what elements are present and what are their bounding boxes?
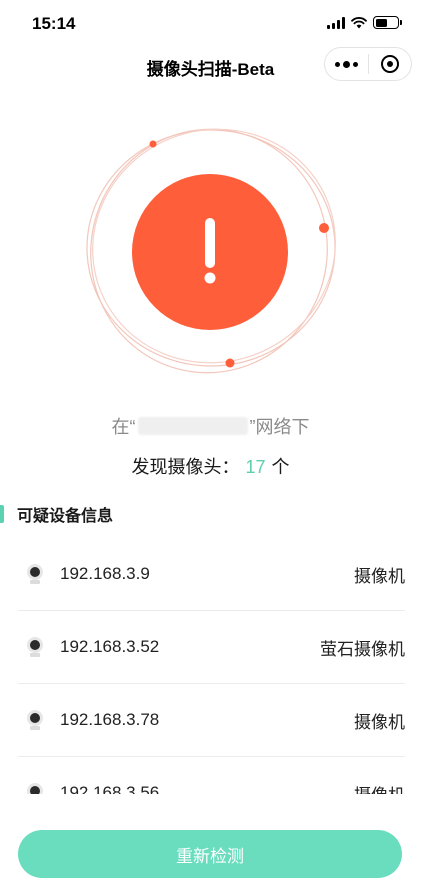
device-list[interactable]: 192.168.3.9 摄像机 192.168.3.52 萤石摄像机 192.1… [18, 538, 405, 794]
network-suffix: ”网络下 [249, 417, 310, 437]
close-button[interactable] [369, 48, 412, 80]
section-accent-bar [0, 505, 4, 523]
list-item[interactable]: 192.168.3.78 摄像机 [18, 684, 405, 757]
mini-program-capsule [324, 47, 412, 81]
device-type: 摄像机 [354, 712, 405, 732]
device-type: 萤石摄像机 [320, 639, 405, 659]
list-item[interactable]: 192.168.3.56 摄像机 [18, 757, 405, 794]
network-name-blurred [137, 417, 248, 435]
device-ip: 192.168.3.78 [60, 710, 160, 729]
alert-circle [132, 174, 288, 330]
camera-icon [26, 563, 44, 585]
device-type: 摄像机 [354, 781, 405, 795]
wifi-icon [351, 16, 367, 28]
camera-icon [26, 709, 44, 731]
status-time: 15:14 [32, 14, 76, 33]
network-prefix: 在“ [111, 417, 136, 437]
section-title: 可疑设备信息 [17, 508, 114, 525]
target-circle-icon [380, 55, 399, 73]
device-type: 摄像机 [354, 566, 405, 586]
device-ip: 192.168.3.56 [60, 783, 160, 794]
camera-count-line: 发现摄像头： 17 个 [0, 453, 421, 479]
cellular-signal-icon [327, 16, 345, 29]
network-info: 在“ ”网络下 [0, 413, 421, 439]
found-label: 发现摄像头： [131, 457, 240, 477]
scan-radar [78, 115, 344, 385]
status-icons [327, 16, 402, 29]
battery-icon [373, 16, 402, 29]
device-ip: 192.168.3.9 [60, 564, 150, 583]
device-ip: 192.168.3.52 [60, 637, 160, 656]
list-item[interactable]: 192.168.3.52 萤石摄像机 [18, 611, 405, 684]
camera-icon [26, 636, 44, 658]
section-header: 可疑设备信息 [0, 504, 114, 525]
status-bar: 15:14 [0, 0, 421, 48]
camera-icon [26, 782, 44, 794]
more-dots-icon [334, 60, 358, 68]
rescan-button[interactable]: 重新检测 [18, 830, 402, 878]
more-button[interactable] [325, 48, 368, 80]
list-item[interactable]: 192.168.3.9 摄像机 [18, 538, 405, 611]
found-count: 17 [245, 457, 266, 477]
found-unit: 个 [271, 457, 290, 477]
